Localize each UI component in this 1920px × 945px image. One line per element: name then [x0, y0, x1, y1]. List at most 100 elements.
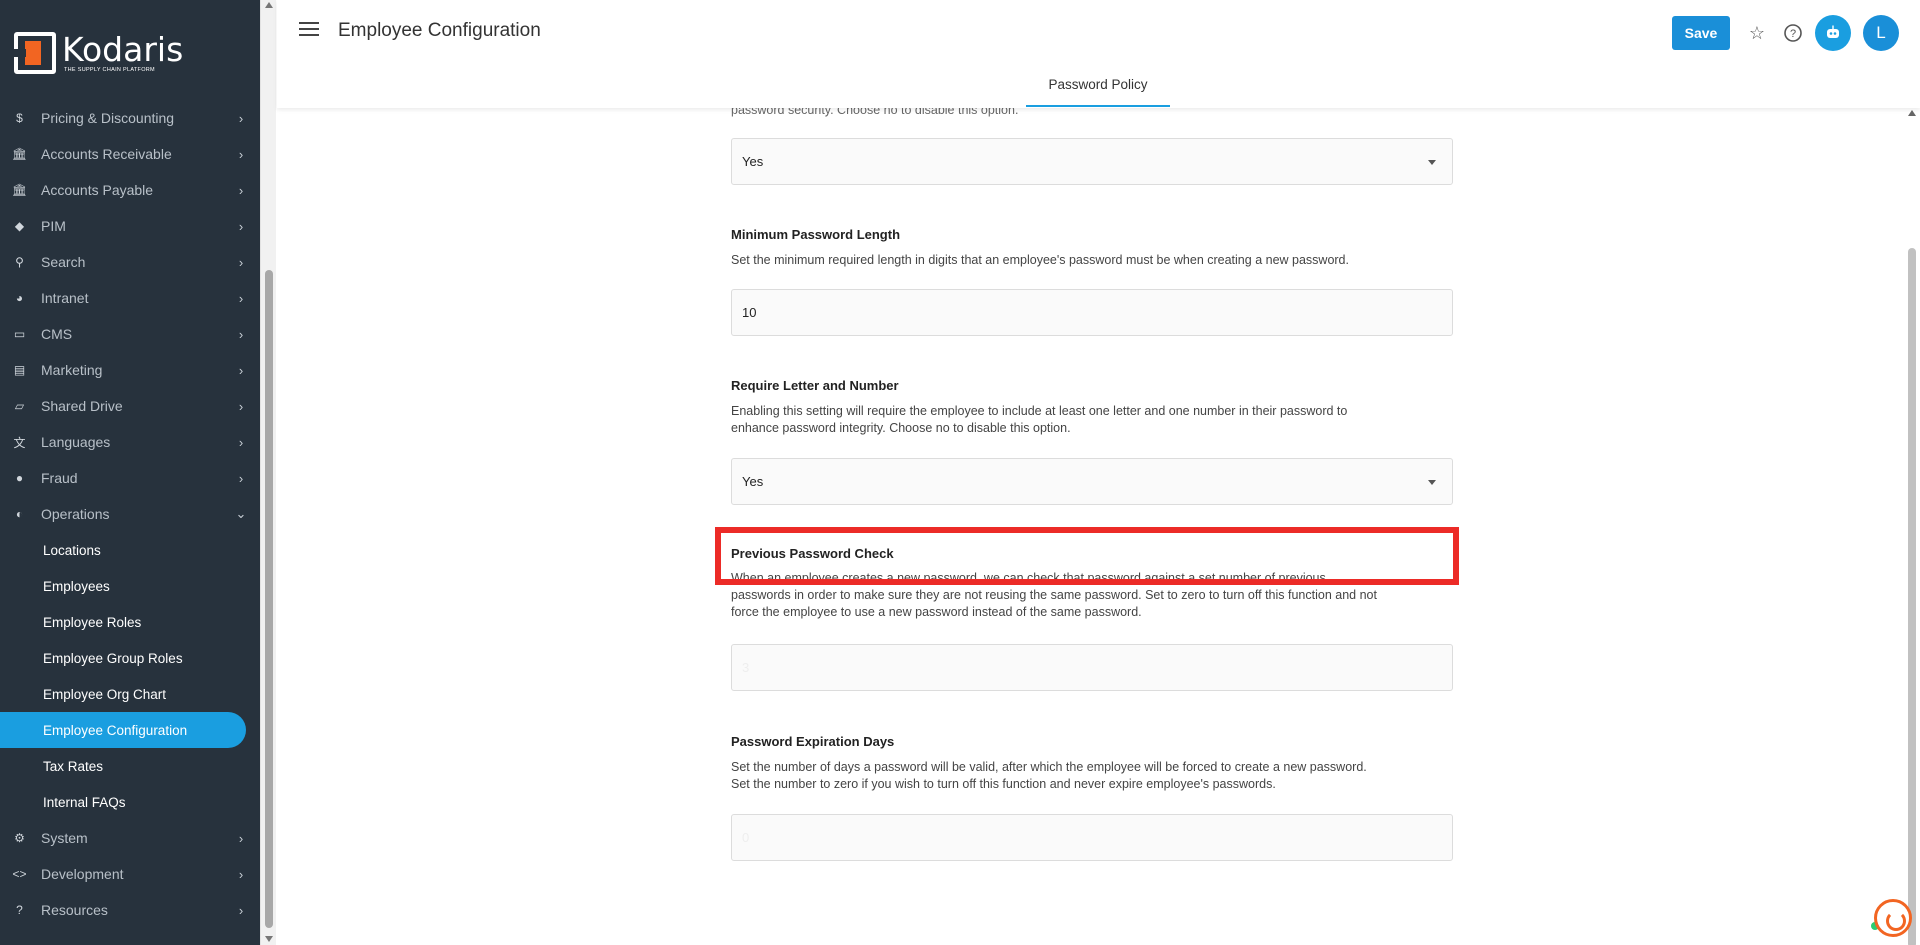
sidebar-subitem-tax-rates[interactable]: Tax Rates: [0, 748, 260, 784]
chevron-right-icon: ›: [238, 290, 244, 306]
sidebar-subitem-locations[interactable]: Locations: [0, 532, 260, 568]
chevron-right-icon: ›: [238, 434, 244, 450]
globe-icon: ◕: [15, 291, 24, 305]
sidebar-item-pricing-discounting[interactable]: $ Pricing & Discounting ›: [0, 100, 260, 136]
avatar[interactable]: L: [1863, 15, 1899, 51]
sidebar-item-system[interactable]: ⚙ System ›: [0, 820, 260, 856]
sidebar-item-label: CMS: [41, 326, 73, 342]
chevron-right-icon: ›: [238, 866, 244, 882]
web-icon: ▭: [13, 327, 26, 341]
sidebar-item-label: Development: [41, 866, 124, 882]
translate-icon: 文: [13, 435, 26, 450]
help-icon[interactable]: ?: [1781, 21, 1805, 45]
sidebar-subitem-internal-faqs[interactable]: Internal FAQs: [0, 784, 260, 820]
sidebar-item-marketing[interactable]: ▤ Marketing ›: [0, 352, 260, 388]
sidebar-item-label: Marketing: [41, 362, 103, 378]
brand-name: Kodaris: [62, 30, 184, 69]
star-icon[interactable]: ☆: [1745, 21, 1769, 45]
main-scrollbar[interactable]: [1904, 108, 1920, 945]
password-expiration-days-input[interactable]: 0: [731, 814, 1453, 861]
tab-password-policy[interactable]: Password Policy: [1026, 70, 1170, 107]
chevron-down-icon: ⌄: [235, 506, 247, 521]
min-password-length-input[interactable]: 10: [731, 289, 1453, 336]
sidebar-item-label: Pricing & Discounting: [41, 110, 175, 126]
scroll-up-arrow-icon[interactable]: [265, 2, 273, 8]
dollar-icon: $: [16, 111, 23, 125]
folder-icon: ▱: [14, 399, 25, 413]
sidebar-item-label: Operations: [41, 506, 110, 522]
sidebar-subitem-employee-group-roles[interactable]: Employee Group Roles: [0, 640, 260, 676]
password-security-select[interactable]: Yes: [731, 138, 1453, 185]
require-letter-number-select[interactable]: Yes: [731, 458, 1453, 505]
caret-down-icon: [1428, 480, 1436, 485]
previous-password-check-title: Previous Password Check: [731, 546, 894, 561]
caret-down-icon: [1428, 160, 1436, 165]
sidebar-item-languages[interactable]: 文 Languages ›: [0, 424, 260, 460]
main-scroll-thumb[interactable]: [1908, 248, 1916, 945]
chat-support-icon[interactable]: [1874, 899, 1912, 937]
sidebar-item-operations[interactable]: ◐ Operations ⌄: [0, 496, 260, 532]
chevron-right-icon: ›: [238, 902, 244, 918]
sidebar-item-accounts-receivable[interactable]: 🏛 Accounts Receivable ›: [0, 136, 260, 172]
tag-icon: ◆: [14, 219, 25, 233]
top-header: Employee Configuration Save ☆ ? L Passwo…: [277, 0, 1920, 108]
sidebar-subitem-employee-roles[interactable]: Employee Roles: [0, 604, 260, 640]
sidebar-subitem-employee-configuration[interactable]: Employee Configuration: [0, 712, 246, 748]
brand-logo[interactable]: Kodaris THE SUPPLY CHAIN PLATFORM: [0, 0, 260, 106]
select-value: Yes: [742, 154, 764, 169]
brand-tagline: THE SUPPLY CHAIN PLATFORM: [64, 67, 155, 73]
id-card-icon: ▤: [13, 363, 26, 377]
bank-icon: 🏛: [11, 147, 28, 161]
sidebar-item-resources[interactable]: ? Resources ›: [0, 892, 260, 928]
sidebar-item-label: PIM: [41, 218, 66, 234]
sidebar-subitem-employees[interactable]: Employees: [0, 568, 260, 604]
sidebar-scroll-thumb[interactable]: [265, 270, 273, 928]
save-button[interactable]: Save: [1672, 16, 1730, 50]
chevron-right-icon: ›: [238, 398, 244, 414]
chevron-right-icon: ›: [238, 830, 244, 846]
chevron-right-icon: ›: [238, 182, 244, 198]
sidebar-item-label: Accounts Payable: [41, 182, 154, 198]
sidebar-nav: $ Pricing & Discounting › 🏛 Accounts Receiva…: [0, 100, 260, 928]
sidebar-item-fraud[interactable]: ● Fraud ›: [0, 460, 260, 496]
sidebar-item-cms[interactable]: ▭ CMS ›: [0, 316, 260, 352]
scroll-down-arrow-icon[interactable]: [265, 936, 273, 942]
min-password-length-title: Minimum Password Length: [731, 227, 901, 242]
password-expiration-desc-line: Set the number of days a password will b…: [731, 760, 1367, 774]
menu-icon[interactable]: [299, 22, 319, 38]
chevron-right-icon: ›: [238, 110, 244, 126]
sidebar-item-search[interactable]: ⚲ Search ›: [0, 244, 260, 280]
kodaris-logo-icon: [14, 32, 56, 74]
sidebar-item-development[interactable]: <> Development ›: [0, 856, 260, 892]
code-icon: <>: [12, 867, 27, 881]
sidebar-item-label: Resources: [41, 902, 108, 918]
alert-icon: ●: [15, 471, 24, 485]
sidebar-scrollbar[interactable]: [260, 0, 276, 945]
previous-password-check-desc-line: passwords in order to make sure they are…: [731, 588, 1377, 602]
sidebar-item-intranet[interactable]: ◕ Intranet ›: [0, 280, 260, 316]
sidebar-item-label: System: [41, 830, 88, 846]
chevron-right-icon: ›: [238, 326, 244, 342]
sidebar-item-label: Search: [41, 254, 86, 270]
assistant-bot-icon[interactable]: [1815, 15, 1851, 51]
page-title: Employee Configuration: [338, 20, 541, 41]
sidebar-subitem-employee-org-chart[interactable]: Employee Org Chart: [0, 676, 260, 712]
sidebar-item-pim[interactable]: ◆ PIM ›: [0, 208, 260, 244]
sidebar-item-accounts-payable[interactable]: 🏛 Accounts Payable ›: [0, 172, 260, 208]
chevron-right-icon: ›: [238, 146, 244, 162]
sidebar-item-label: Languages: [41, 434, 111, 450]
chevron-right-icon: ›: [238, 218, 244, 234]
input-value: 3: [742, 660, 750, 675]
sidebar-item-label: Accounts Receivable: [41, 146, 172, 162]
input-value: 0: [742, 830, 750, 845]
svg-text:?: ?: [1790, 28, 1796, 40]
select-value: Yes: [742, 474, 764, 489]
require-letter-number-title: Require Letter and Number: [731, 378, 899, 393]
previous-password-check-desc-line: force the employee to use a new password…: [731, 605, 1142, 619]
field-desc: password security. Choose no to disable …: [731, 108, 1019, 117]
sidebar-item-shared-drive[interactable]: ▱ Shared Drive ›: [0, 388, 260, 424]
previous-password-check-input[interactable]: 3: [731, 644, 1453, 691]
help-icon: ?: [16, 903, 23, 917]
operations-icon: ◐: [15, 507, 24, 521]
password-expiration-desc-line: Set the number to zero if you wish to tu…: [731, 777, 1276, 791]
